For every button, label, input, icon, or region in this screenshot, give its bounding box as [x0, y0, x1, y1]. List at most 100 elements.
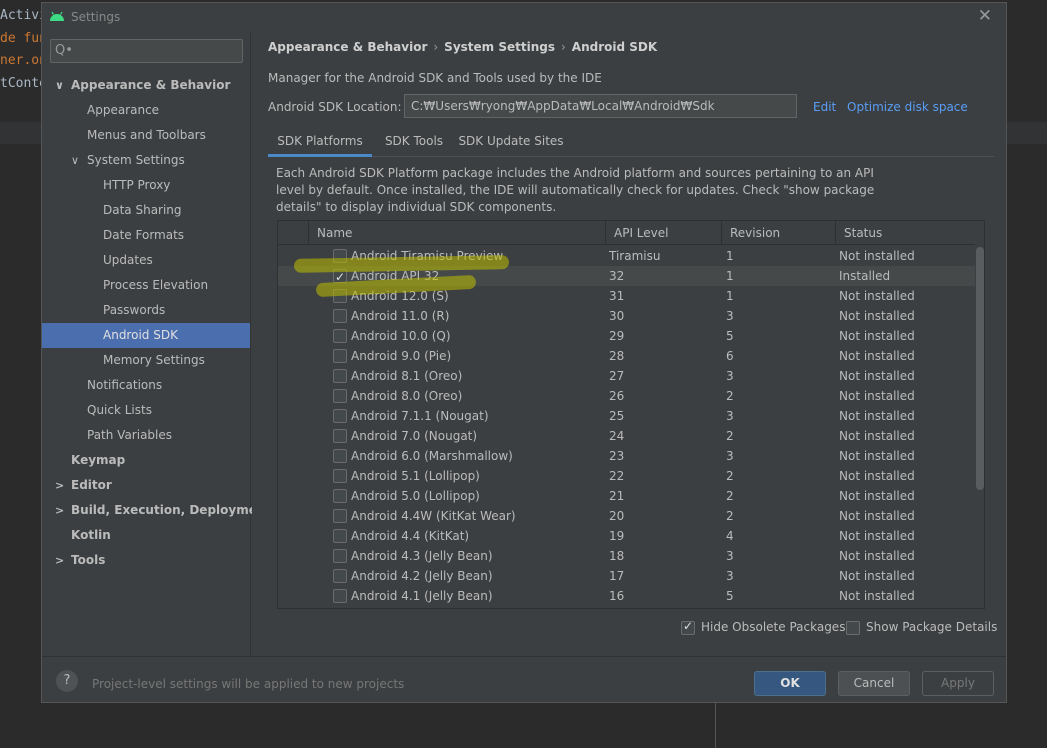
- row-revision: 3: [726, 449, 734, 463]
- show-details-option[interactable]: Show Package Details: [846, 620, 997, 635]
- breadcrumb-separator: ›: [433, 40, 439, 54]
- chevron-down-icon[interactable]: ∨: [55, 73, 64, 98]
- breadcrumb-item[interactable]: System Settings: [444, 40, 555, 54]
- sidebar-item-label: Path Variables: [87, 428, 173, 442]
- row-status: Not installed: [839, 489, 915, 503]
- apply-button[interactable]: Apply: [922, 671, 994, 696]
- row-checkbox[interactable]: [333, 449, 347, 463]
- row-revision: 2: [726, 509, 734, 523]
- table-row[interactable]: Android 5.0 (Lollipop) 21 2 Not installed: [278, 486, 975, 506]
- sidebar-item-android-sdk[interactable]: Android SDK: [42, 323, 250, 348]
- row-checkbox[interactable]: [333, 409, 347, 423]
- edit-link[interactable]: Edit: [813, 100, 836, 114]
- table-row[interactable]: Android 5.1 (Lollipop) 22 2 Not installed: [278, 466, 975, 486]
- editor-code-line: ner.on: [0, 53, 47, 68]
- sidebar-item-system-settings[interactable]: ∨ System Settings: [42, 148, 250, 173]
- table-row[interactable]: Android 4.1 (Jelly Bean) 16 5 Not installed: [278, 586, 975, 606]
- row-name: Android 11.0 (R): [351, 309, 450, 323]
- sidebar-item-process-elevation[interactable]: Process Elevation: [42, 273, 250, 298]
- sidebar-item-editor[interactable]: > Editor: [42, 473, 250, 498]
- tab-sdk-update-sites[interactable]: SDK Update Sites: [456, 128, 566, 157]
- row-checkbox[interactable]: [333, 429, 347, 443]
- sidebar-item-notifications[interactable]: Notifications: [42, 373, 250, 398]
- row-api-level: 21: [609, 489, 625, 503]
- row-checkbox[interactable]: [333, 549, 347, 563]
- sidebar-item-memory-settings[interactable]: Memory Settings: [42, 348, 250, 373]
- row-checkbox[interactable]: [333, 489, 347, 503]
- android-icon: [50, 11, 64, 21]
- table-scrollbar-thumb[interactable]: [976, 247, 984, 490]
- sidebar-item-tools[interactable]: > Tools: [42, 548, 250, 573]
- sidebar-item-data-sharing[interactable]: Data Sharing: [42, 198, 250, 223]
- table-row[interactable]: Android 10.0 (Q) 29 5 Not installed: [278, 326, 975, 346]
- row-api-level: 18: [609, 549, 625, 563]
- sidebar-item-quick-lists[interactable]: Quick Lists: [42, 398, 250, 423]
- row-name: Android 10.0 (Q): [351, 329, 451, 343]
- row-revision: 3: [726, 369, 734, 383]
- sidebar-item-updates[interactable]: Updates: [42, 248, 250, 273]
- column-header-api-level[interactable]: API Level: [605, 221, 721, 245]
- sidebar-item-menus-and-toolbars[interactable]: Menus and Toolbars: [42, 123, 250, 148]
- chevron-down-icon[interactable]: ∨: [71, 148, 79, 173]
- row-name: Android 7.0 (Nougat): [351, 429, 478, 443]
- sidebar-item-path-variables[interactable]: Path Variables: [42, 423, 250, 448]
- sidebar-item-label: Passwords: [103, 303, 166, 317]
- column-header-name[interactable]: Name: [308, 221, 605, 245]
- chevron-right-icon[interactable]: >: [55, 498, 64, 523]
- hide-obsolete-option[interactable]: Hide Obsolete Packages: [681, 619, 845, 635]
- sdk-location-field[interactable]: [404, 94, 797, 118]
- sidebar-item-kotlin[interactable]: Kotlin: [42, 523, 250, 548]
- close-icon[interactable]: ✕: [978, 6, 992, 26]
- row-checkbox[interactable]: [333, 329, 347, 343]
- table-row[interactable]: Android 7.0 (Nougat) 24 2 Not installed: [278, 426, 975, 446]
- sidebar-item-appearance-behavior[interactable]: ∨ Appearance & Behavior: [42, 73, 250, 98]
- sidebar-item-passwords[interactable]: Passwords: [42, 298, 250, 323]
- row-name: Android 4.4W (KitKat Wear): [351, 509, 516, 523]
- row-checkbox[interactable]: [333, 369, 347, 383]
- optimize-disk-space-link[interactable]: Optimize disk space: [847, 100, 968, 114]
- table-row[interactable]: Android 11.0 (R) 30 3 Not installed: [278, 306, 975, 326]
- cancel-button[interactable]: Cancel: [838, 671, 910, 696]
- row-checkbox[interactable]: [333, 349, 347, 363]
- row-checkbox[interactable]: [333, 529, 347, 543]
- tab-sdk-platforms[interactable]: SDK Platforms: [268, 128, 372, 157]
- ok-button[interactable]: OK: [754, 671, 826, 696]
- row-revision: 2: [726, 469, 734, 483]
- settings-search-input[interactable]: Q•: [50, 39, 243, 63]
- row-revision: 6: [726, 349, 734, 363]
- table-row[interactable]: Android 4.2 (Jelly Bean) 17 3 Not installed: [278, 566, 975, 586]
- column-header-status[interactable]: Status: [835, 221, 975, 245]
- column-header-revision[interactable]: Revision: [721, 221, 835, 245]
- sidebar-item-build-execution-deployment[interactable]: > Build, Execution, Deployment: [42, 498, 271, 523]
- row-checkbox[interactable]: [333, 509, 347, 523]
- sidebar-item-http-proxy[interactable]: HTTP Proxy: [42, 173, 250, 198]
- sidebar-item-date-formats[interactable]: Date Formats: [42, 223, 250, 248]
- chevron-right-icon[interactable]: >: [55, 473, 64, 498]
- sidebar-item-keymap[interactable]: Keymap: [42, 448, 250, 473]
- row-checkbox[interactable]: [333, 469, 347, 483]
- table-row[interactable]: Android 4.3 (Jelly Bean) 18 3 Not installed: [278, 546, 975, 566]
- sdk-tabs: SDK Platforms SDK Tools SDK Update Sites: [268, 128, 994, 157]
- show-package-details-checkbox[interactable]: [846, 620, 860, 635]
- hide-obsolete-checkbox[interactable]: [681, 619, 695, 635]
- row-checkbox[interactable]: [333, 569, 347, 583]
- row-name: Android 7.1.1 (Nougat): [351, 409, 489, 423]
- tab-sdk-tools[interactable]: SDK Tools: [374, 128, 454, 157]
- table-row[interactable]: Android 7.1.1 (Nougat) 25 3 Not installed: [278, 406, 975, 426]
- row-status: Installed: [839, 269, 891, 283]
- table-row[interactable]: Android 4.4 (KitKat) 19 4 Not installed: [278, 526, 975, 546]
- table-row[interactable]: Android 4.4W (KitKat Wear) 20 2 Not install…: [278, 506, 975, 526]
- breadcrumb-item[interactable]: Appearance & Behavior: [268, 40, 427, 54]
- editor-code-line: Activi: [0, 8, 47, 23]
- row-checkbox[interactable]: [333, 589, 347, 603]
- row-checkbox[interactable]: [333, 389, 347, 403]
- help-icon[interactable]: ?: [56, 670, 78, 692]
- chevron-right-icon[interactable]: >: [55, 548, 64, 573]
- table-row[interactable]: Android 8.0 (Oreo) 26 2 Not installed: [278, 386, 975, 406]
- sidebar-item-label: Menus and Toolbars: [87, 128, 206, 142]
- table-row[interactable]: Android 6.0 (Marshmallow) 23 3 Not installe…: [278, 446, 975, 466]
- table-row[interactable]: Android 8.1 (Oreo) 27 3 Not installed: [278, 366, 975, 386]
- sidebar-item-appearance[interactable]: Appearance: [42, 98, 250, 123]
- table-row[interactable]: Android 9.0 (Pie) 28 6 Not installed: [278, 346, 975, 366]
- row-checkbox[interactable]: [333, 309, 347, 323]
